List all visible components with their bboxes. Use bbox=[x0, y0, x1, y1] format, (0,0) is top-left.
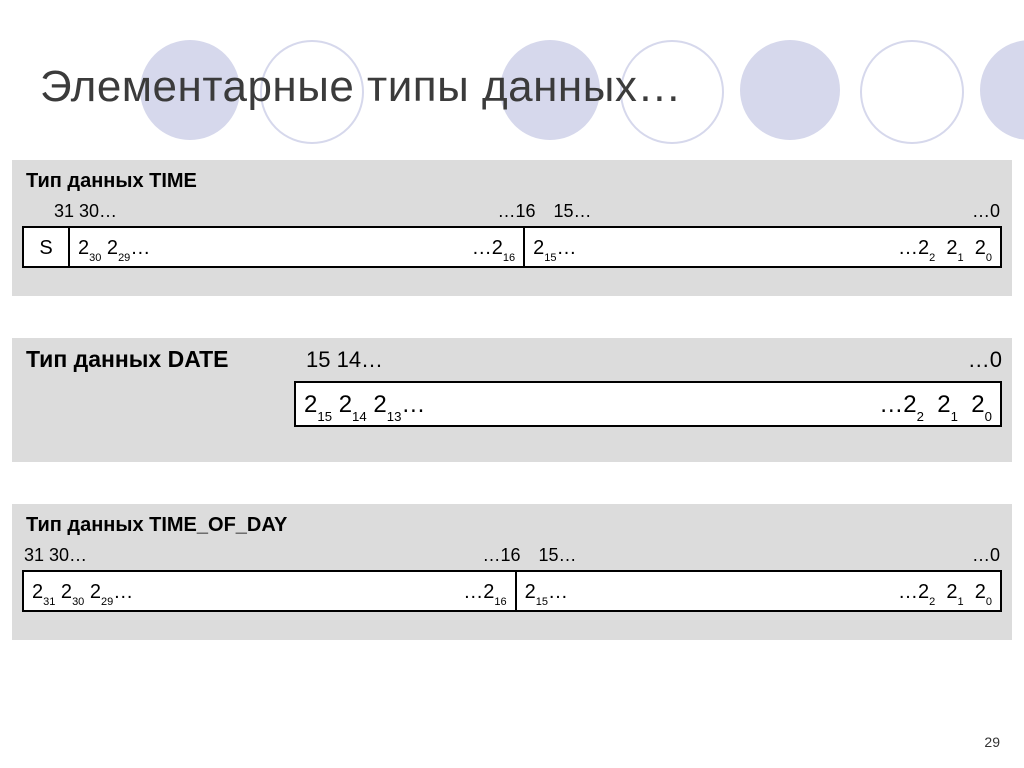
page-number: 29 bbox=[984, 734, 1000, 750]
cell-sign: S bbox=[24, 228, 70, 266]
panel-tod-box: 231 230 229… …216 215… …22 21 20 bbox=[22, 570, 1002, 612]
panel-time: Тип данных TIME 31 30… …16 15… …0 S 230 … bbox=[12, 160, 1012, 296]
panel-tod-heading: Тип данных TIME_OF_DAY bbox=[26, 514, 1002, 537]
decor-circle-5 bbox=[740, 40, 840, 140]
bit-idx-hi-right: …16 bbox=[482, 545, 520, 566]
cell-lo-left: 215… bbox=[525, 228, 584, 266]
decor-circle-7 bbox=[980, 40, 1024, 140]
panel-tod-bit-index-row: 31 30… …16 15… …0 bbox=[24, 545, 1000, 566]
bit-idx-lo-right: …0 bbox=[972, 201, 1000, 222]
cell-date-right: …22 21 20 bbox=[871, 383, 1000, 425]
cell-hi-left: 231 230 229… bbox=[24, 572, 141, 610]
panel-date: Тип данных DATE 15 14… …0 215 214 213… …… bbox=[12, 338, 1012, 462]
bit-idx-lo-left: 15… bbox=[539, 545, 577, 566]
panel-time-box: S 230 229… …216 215… …22 21 20 bbox=[22, 226, 1002, 268]
bit-idx-right: …0 bbox=[968, 347, 1002, 373]
cell-hi-right: …216 bbox=[455, 572, 516, 610]
panel-time-heading: Тип данных TIME bbox=[26, 170, 1002, 193]
cell-hi-left: 230 229… bbox=[70, 228, 158, 266]
cell-date-left: 215 214 213… bbox=[296, 383, 433, 425]
cell-hi-right: …216 bbox=[464, 228, 525, 266]
slide-title: Элементарные типы данных… bbox=[40, 62, 682, 112]
bit-idx-hi-left: 31 30… bbox=[54, 201, 117, 222]
panel-date-box: 215 214 213… …22 21 20 bbox=[294, 381, 1002, 427]
panel-time-bit-index-row: 31 30… …16 15… …0 bbox=[24, 201, 1000, 222]
bit-idx-lo-right: …0 bbox=[972, 545, 1000, 566]
decor-circle-6 bbox=[860, 40, 964, 144]
bit-idx-lo-left: 15… bbox=[554, 201, 592, 222]
bit-idx-left: 15 14… bbox=[306, 347, 383, 373]
panel-date-heading: Тип данных DATE bbox=[26, 346, 286, 373]
panel-date-headrow: Тип данных DATE 15 14… …0 bbox=[22, 346, 1002, 373]
cell-lo-left: 215… bbox=[517, 572, 576, 610]
cell-lo-right: …22 21 20 bbox=[890, 228, 1000, 266]
bit-idx-hi-right: …16 bbox=[497, 201, 535, 222]
bit-idx-hi-left: 31 30… bbox=[24, 545, 87, 566]
panel-tod: Тип данных TIME_OF_DAY 31 30… …16 15… …0… bbox=[12, 504, 1012, 640]
cell-lo-right: …22 21 20 bbox=[890, 572, 1000, 610]
